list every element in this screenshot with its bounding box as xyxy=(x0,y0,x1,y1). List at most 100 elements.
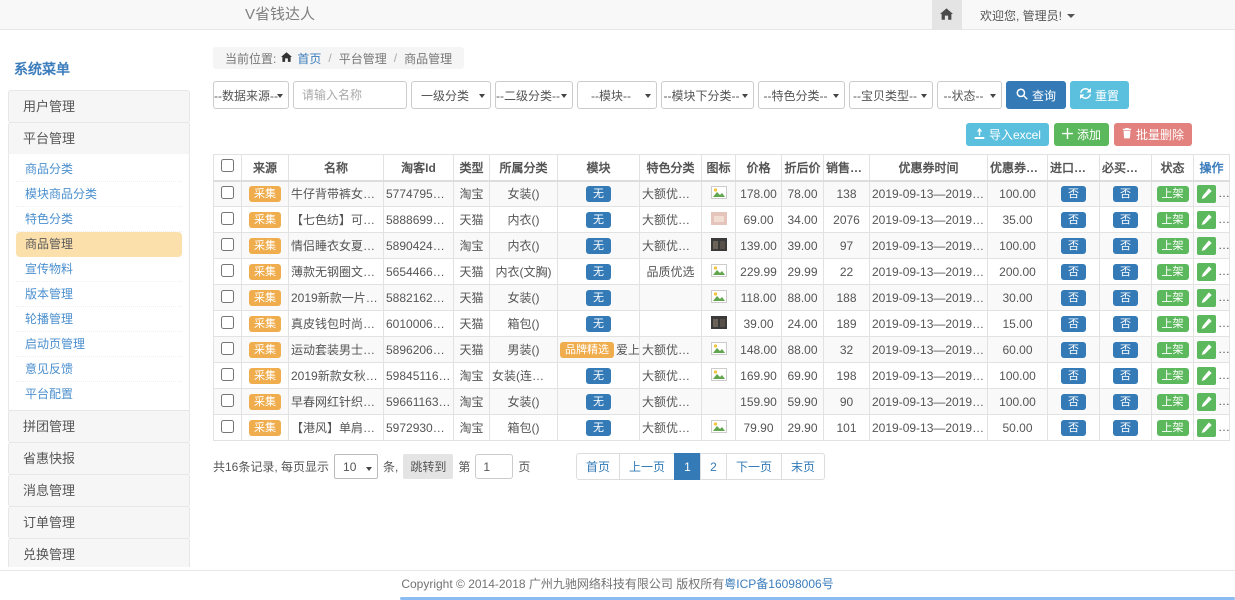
sidebar-subitem-link[interactable]: 模块商品分类 xyxy=(16,182,182,207)
row-checkbox[interactable] xyxy=(221,394,234,407)
filter-select[interactable]: --二级分类-- xyxy=(495,81,573,109)
sidebar-subitem-link[interactable]: 轮播管理 xyxy=(16,307,182,332)
must-buy-toggle[interactable]: 否 xyxy=(1113,290,1138,306)
import-select-toggle[interactable]: 否 xyxy=(1061,290,1086,306)
icon-cell xyxy=(702,389,736,415)
sidebar-subitem-link[interactable]: 版本管理 xyxy=(16,282,182,307)
import-select-toggle[interactable]: 否 xyxy=(1061,238,1086,254)
status-badge[interactable]: 上架 xyxy=(1157,368,1189,384)
must-buy-toggle[interactable]: 否 xyxy=(1113,394,1138,410)
edit-button[interactable] xyxy=(1197,315,1216,333)
pager-button-2[interactable]: 2 xyxy=(700,453,727,480)
add-button[interactable]: 添加 xyxy=(1054,123,1109,146)
pager-button-1[interactable]: 1 xyxy=(674,453,701,480)
edit-button[interactable] xyxy=(1197,185,1216,203)
page-number-input[interactable] xyxy=(475,454,513,479)
edit-button[interactable] xyxy=(1197,393,1216,411)
sidebar-item-user-mgmt[interactable]: 用户管理 xyxy=(8,90,190,123)
status-badge[interactable]: 上架 xyxy=(1157,316,1189,332)
sidebar-subitem-link[interactable]: 特色分类 xyxy=(16,207,182,232)
status-badge[interactable]: 上架 xyxy=(1157,264,1189,280)
edit-button[interactable] xyxy=(1197,367,1216,385)
row-checkbox[interactable] xyxy=(221,238,234,251)
import-select-toggle[interactable]: 否 xyxy=(1061,212,1086,228)
select-all-checkbox[interactable] xyxy=(221,159,234,172)
filter-select[interactable]: --模块-- xyxy=(577,81,657,109)
icp-link[interactable]: 粤ICP备16098006号 xyxy=(724,577,833,591)
breadcrumb-home-link[interactable]: 首页 xyxy=(297,50,321,67)
row-checkbox[interactable] xyxy=(221,342,234,355)
discount-price-cell: 34.00 xyxy=(782,207,824,233)
sidebar-item[interactable]: 拼团管理 xyxy=(8,410,190,443)
import-select-toggle[interactable]: 否 xyxy=(1061,394,1086,410)
row-checkbox[interactable] xyxy=(221,368,234,381)
edit-button[interactable] xyxy=(1197,341,1216,359)
must-buy-toggle[interactable]: 否 xyxy=(1113,186,1138,202)
pager-button-首页[interactable]: 首页 xyxy=(576,453,620,480)
sidebar-item[interactable]: 省惠快报 xyxy=(8,442,190,475)
import-select-toggle[interactable]: 否 xyxy=(1061,420,1086,436)
edit-button[interactable] xyxy=(1197,237,1216,255)
name-search-input[interactable] xyxy=(293,81,407,109)
status-badge[interactable]: 上架 xyxy=(1157,342,1189,358)
pager-button-下一页[interactable]: 下一页 xyxy=(726,453,782,480)
import-select-toggle[interactable]: 否 xyxy=(1061,264,1086,280)
row-checkbox[interactable] xyxy=(221,212,234,225)
user-menu[interactable]: 欢迎您, 管理员! xyxy=(980,7,1075,24)
must-buy-toggle[interactable]: 否 xyxy=(1113,420,1138,436)
jump-prefix: 第 xyxy=(458,458,470,475)
filter-select[interactable]: --特色分类-- xyxy=(758,81,845,109)
per-page-select[interactable]: 10 xyxy=(334,454,378,479)
must-buy-toggle[interactable]: 否 xyxy=(1113,238,1138,254)
status-badge[interactable]: 上架 xyxy=(1157,420,1189,436)
edit-button[interactable] xyxy=(1197,289,1216,307)
row-checkbox[interactable] xyxy=(221,290,234,303)
status-badge[interactable]: 上架 xyxy=(1157,290,1189,306)
must-buy-toggle[interactable]: 否 xyxy=(1113,316,1138,332)
sidebar-subitem-link[interactable]: 意见反馈 xyxy=(16,357,182,382)
row-checkbox[interactable] xyxy=(221,186,234,199)
status-badge[interactable]: 上架 xyxy=(1157,212,1189,228)
filter-select[interactable]: --宝贝类型-- xyxy=(849,81,933,109)
status-badge[interactable]: 上架 xyxy=(1157,238,1189,254)
must-buy-toggle[interactable]: 否 xyxy=(1113,368,1138,384)
sidebar-subitem-link[interactable]: 宣传物料 xyxy=(16,257,182,282)
breadcrumb-item-goods: 商品管理 xyxy=(404,50,452,67)
pager-button-末页[interactable]: 末页 xyxy=(781,453,825,480)
sidebar-item[interactable]: 订单管理 xyxy=(8,506,190,539)
filter-select[interactable]: --状态-- xyxy=(937,81,1002,109)
filter-select[interactable]: --数据来源-- xyxy=(213,81,289,109)
jump-button[interactable]: 跳转到 xyxy=(403,454,453,479)
pager-button-上一页[interactable]: 上一页 xyxy=(619,453,675,480)
row-checkbox[interactable] xyxy=(221,420,234,433)
row-checkbox[interactable] xyxy=(221,264,234,277)
home-button[interactable] xyxy=(932,0,962,30)
sidebar-item[interactable]: 兑换管理 xyxy=(8,538,190,567)
batch-delete-button[interactable]: 批量删除 xyxy=(1114,123,1192,146)
import-select-toggle[interactable]: 否 xyxy=(1061,342,1086,358)
edit-button[interactable] xyxy=(1197,263,1216,281)
must-buy-toggle[interactable]: 否 xyxy=(1113,342,1138,358)
edit-button[interactable] xyxy=(1197,419,1216,437)
status-badge[interactable]: 上架 xyxy=(1157,394,1189,410)
sidebar-subitem-active[interactable]: 商品管理 xyxy=(16,232,182,257)
row-checkbox[interactable] xyxy=(221,316,234,329)
sidebar-item-platform-mgmt[interactable]: 平台管理 xyxy=(8,122,190,155)
sidebar-subitem-link[interactable]: 商品分类 xyxy=(16,157,182,182)
import-select-toggle[interactable]: 否 xyxy=(1061,368,1086,384)
reset-button[interactable]: 重置 xyxy=(1070,81,1129,109)
must-buy-toggle[interactable]: 否 xyxy=(1113,264,1138,280)
search-button[interactable]: 查询 xyxy=(1006,81,1066,109)
filter-select[interactable]: 一级分类 xyxy=(411,81,491,109)
sidebar-item[interactable]: 消息管理 xyxy=(8,474,190,507)
must-buy-toggle[interactable]: 否 xyxy=(1113,212,1138,228)
import-excel-button[interactable]: 导入excel xyxy=(966,123,1049,146)
edit-button[interactable] xyxy=(1197,211,1216,229)
import-select-toggle[interactable]: 否 xyxy=(1061,186,1086,202)
sidebar-subitem-link[interactable]: 平台配置 xyxy=(16,382,182,407)
status-badge[interactable]: 上架 xyxy=(1157,186,1189,202)
sidebar-subitem-link[interactable]: 启动页管理 xyxy=(16,332,182,357)
filter-select[interactable]: --模块下分类-- xyxy=(661,81,754,109)
import-select-toggle[interactable]: 否 xyxy=(1061,316,1086,332)
status-cell: 上架 xyxy=(1152,181,1194,207)
